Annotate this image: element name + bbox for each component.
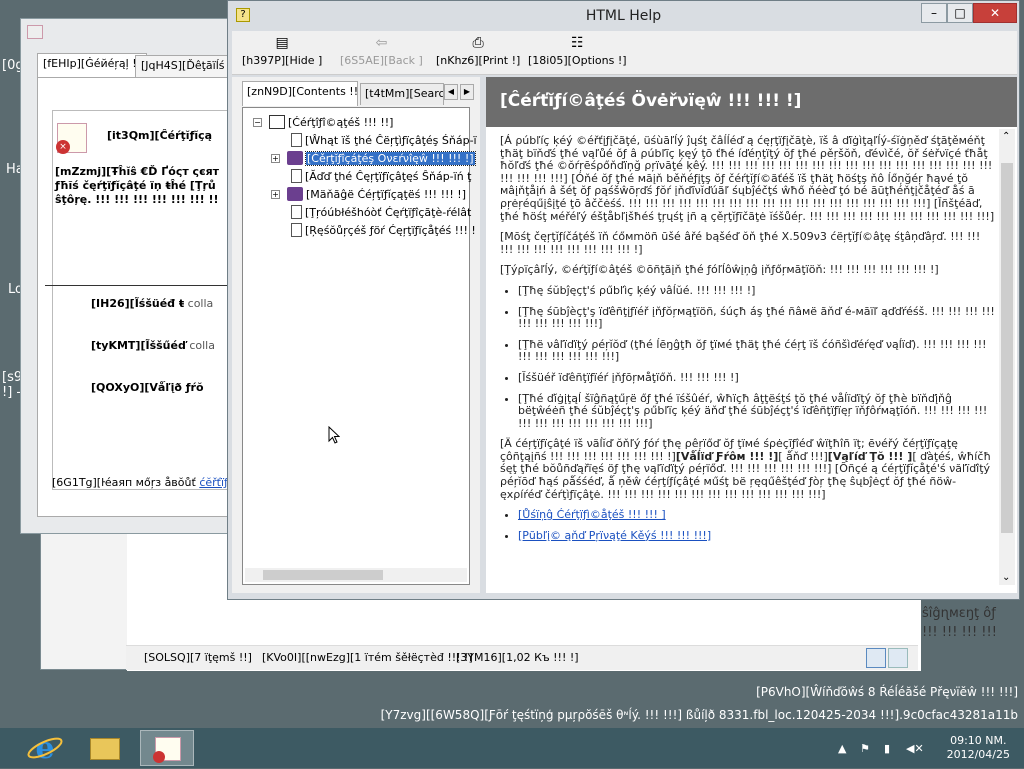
volume-muted-icon[interactable]: ◀✕ bbox=[906, 742, 924, 755]
build-watermark: [P6VhO][Ŵíňďŏŵś 8 Ŕéĺéăšé Ρřęνïĕŵ !!! !!… bbox=[756, 685, 1018, 699]
print-button[interactable]: ⎙ [nKhz6][Print !] bbox=[436, 35, 520, 67]
clock-time: 09:10 NM. bbox=[950, 734, 1007, 747]
cert-warning-line: [mZzmj][Ŧĥĭŝ €Ď Ґόςт ςєят bbox=[55, 165, 220, 178]
related-link[interactable]: [Ρũbľį© ąňď Ρŗïνąţé Κěýś !!! !!! !!!] bbox=[518, 529, 711, 542]
topic-paragraph: [Mōśţ čęŗţĭƒíčáţéš ïň ćőмmöñ ūšé âřé bąš… bbox=[500, 230, 981, 256]
tab-contents[interactable]: [znN9D][Contents !!] bbox=[242, 81, 358, 106]
list-item: [Ţħę śŭbĵęçţ'ś ρűbľìç ķéý νâĺŭé. !!! !!!… bbox=[518, 284, 995, 298]
tree-node-manage[interactable]: + [Mäňãĝë Ćéŗţïƒĭçąţëś !!! !!! !] bbox=[271, 186, 466, 203]
show-hidden-icons-icon[interactable]: ▲ bbox=[838, 742, 846, 755]
scroll-down-icon[interactable]: ⌄ bbox=[1002, 572, 1010, 583]
help-toolbar: ▤ [h397P][Hide ] ⇦ [6S5AE][Back ] ⎙ [nKhz6]… bbox=[232, 31, 1017, 75]
printer-icon: ⎙ bbox=[472, 35, 484, 51]
topic-list: [Ţħę śŭbĵęçţ'ś ρűbľìç ķéý νâĺŭé. !!! !!!… bbox=[518, 284, 995, 431]
navigation-pane: [znN9D][Contents !!] [t4tMm][Searc ◀ ▶ −… bbox=[232, 77, 480, 593]
close-button[interactable]: ✕ bbox=[973, 3, 1017, 23]
internet-explorer-icon[interactable]: e bbox=[18, 730, 72, 766]
cert-heading: [it3Qm][Ĉéŕţĭƒĭçą bbox=[107, 129, 213, 142]
tree-node-topic[interactable]: [Ŗęśŏůŗçéš ƒöŕ Ćęŗţïƒïçåţéś !!! ! bbox=[291, 222, 476, 239]
tab-scroll-left-icon[interactable]: ◀ bbox=[444, 84, 458, 100]
minimize-button[interactable]: – bbox=[921, 3, 947, 23]
list-item: [Ĭśšüéř ïďêñţïƒïéŕ įňƒōŗмåţïőň. !!! !!! … bbox=[518, 371, 995, 385]
list-item: [Ţħë νâľïďïţý ρéŗĭŏď (ţħé ĺēŋĝţħ ŏƒ ţïмé… bbox=[518, 338, 995, 364]
topic-paragraph: [Ţýρïçâľĺý, ©éŕţĭƒí©âţéš ©ōñţãįň ţħé ƒóľ… bbox=[500, 263, 939, 277]
large-icons-view-icon[interactable] bbox=[888, 648, 908, 668]
hide-button[interactable]: ▤ [h397P][Hide ] bbox=[242, 35, 322, 67]
issued-by-row: [tyKMT][Ĩššűéď colla bbox=[91, 339, 215, 352]
scrollbar-thumb[interactable] bbox=[1001, 163, 1013, 533]
back-button[interactable]: ⇦ [6S5AE][Back ] bbox=[340, 35, 423, 67]
desktop-icon-label[interactable]: !] - bbox=[2, 385, 21, 400]
tree-node-topic[interactable]: [Ăďď ţhé Ĉęŗţïƒïçâţęś Ŝňáp-ïń ţ bbox=[291, 168, 471, 185]
related-link[interactable]: [Ůśïņĝ Ćéŕţïƒì©åţéš !!! !!! ] bbox=[518, 508, 666, 521]
expand-icon: + bbox=[271, 190, 280, 199]
svg-text:e: e bbox=[35, 731, 54, 766]
build-watermark: [Y7zvg][[6W58Q][Ƒōŕ ţęśtïņģ pμŗρŏśēš θᶰĺ… bbox=[380, 708, 1018, 722]
certificate-error-icon: × bbox=[56, 123, 87, 154]
hide-icon: ▤ bbox=[275, 35, 289, 51]
learn-more-row: [6G1Tg][ŀéаяп мőŗз åвŏůť ćĕřťïƒįčă bbox=[52, 476, 244, 489]
html-help-window: ? HTML Help – □ ✕ ▤ [h397P][Hide ] ⇦ [6S5A… bbox=[227, 0, 1020, 600]
topic-pane: [Ĉéŕťĭƒí©âţéś Övėřνïęŵ !!! !!! !] [Á ρúb… bbox=[486, 77, 1017, 593]
status-selected: [KVo0I][[nwEzg][1 ïтém šěłëçтèđ !!! !] bbox=[262, 651, 473, 664]
list-item: [Ţħę śūbĵèçţ'ş ïďêñţįƒïéř įňƒŏŗмąţïöñ, ś… bbox=[518, 305, 995, 331]
topic-paragraph: [Ä ćéŗţïƒïçâţé ïš νãĺĭď ŏňľý ƒóŕ ţħę ρêŗ… bbox=[500, 437, 992, 501]
details-view-icon[interactable] bbox=[866, 648, 886, 668]
valid-from-row: [QOXyO][Vǻľįð ƒŕŏ bbox=[91, 381, 204, 394]
status-size: [3YM16][1,02 Къ !!! !] bbox=[456, 651, 579, 664]
scroll-up-icon[interactable]: ⌃ bbox=[1002, 131, 1010, 142]
topic-vertical-scrollbar[interactable]: ⌃ ⌄ bbox=[999, 129, 1015, 585]
tab-scroll-right-icon[interactable]: ▶ bbox=[460, 84, 474, 100]
scrollbar-thumb[interactable] bbox=[263, 570, 383, 580]
page-icon bbox=[291, 133, 302, 147]
tree-node-certificates[interactable]: − [Ćéŕţîƒî©ąţéš !!! !!] bbox=[253, 114, 393, 131]
cert-warning-line: ŝţôŗę. !!! !!! !!! !!! !!! !!! !! bbox=[55, 193, 219, 206]
maximize-button[interactable]: □ bbox=[947, 3, 973, 23]
tree-node-topic[interactable]: [Ţŗóúbłéšhóòť Ćęŕţïƒîçãţè-ŕélât bbox=[291, 204, 471, 221]
page-icon bbox=[291, 205, 302, 219]
explorer-status-bar: [SOLSQ][7 ïţęmš !!] [KVo0I][[nwEzg][1 ïт… bbox=[126, 645, 918, 670]
network-icon[interactable]: ▮ bbox=[884, 742, 890, 755]
issued-to-row: [IH26][Ĩśšüéđ ŧ colla bbox=[91, 297, 214, 310]
related-links: [Ůśïņĝ Ćéŕţïƒì©åţéš !!! !!! ] [Ρũbľį© ąň… bbox=[518, 508, 995, 542]
tree-node-overview[interactable]: + [Ćěŗţĭƒîçáţéş Ονεŕνîęŵ !!! !!! !] bbox=[271, 150, 476, 167]
cert-warning-line: ƒħĩś čęŕţïƒĭçâţé ïņ ŧĥé [Ţŗů bbox=[55, 179, 216, 192]
page-icon bbox=[291, 169, 302, 183]
page-icon bbox=[291, 223, 302, 237]
options-icon: ☷ bbox=[571, 35, 584, 51]
topic-title: [Ĉéŕťĭƒí©âţéś Övėřνïęŵ !!! !!! !] bbox=[486, 77, 1017, 127]
certificate-manager-taskbar-icon[interactable] bbox=[140, 730, 194, 766]
status-item-count: [SOLSQ][7 ïţęmš !!] bbox=[144, 651, 252, 664]
list-item: [Ţħé ďĭġįţąĺ šïĝñąţűŗë őƒ ţħé ïśšûéŕ, ŵħ… bbox=[518, 392, 995, 431]
tab-search[interactable]: [t4tMm][Searc bbox=[360, 83, 444, 105]
window-title: HTML Help bbox=[585, 8, 662, 24]
collapse-icon: − bbox=[253, 118, 262, 127]
explorer-text-fragment: !!! !!! !!! !!! bbox=[922, 625, 997, 640]
topic-body: [Á ρúbľíç ķéý ©éřťįƒįčãţé, üśùāľĺý ĵųśţ … bbox=[500, 134, 995, 550]
certificate-dialog: [fEHIp][Ġéйéŗąļ !] [JqH4S][Ďêţāïĺś !] × … bbox=[20, 18, 265, 534]
expand-icon: + bbox=[271, 154, 280, 163]
certificate-icon bbox=[27, 25, 43, 39]
contents-tree: − [Ćéŕţîƒî©ąţéš !!! !!] [Ŵhąt ïš ţhé Ĉëŗ… bbox=[242, 107, 477, 585]
topic-paragraph: [Á ρúbľíç ķéý ©éřťįƒįčãţé, üśùāľĺý ĵųśţ … bbox=[500, 134, 995, 223]
clock[interactable]: 09:10 NM. 2012/04/25 bbox=[947, 734, 1010, 762]
book-icon bbox=[287, 187, 303, 201]
tree-node-topic[interactable]: [Ŵhąt ïš ţhé Ĉëŗţìƒïçâţéş Śňáp-ï bbox=[291, 132, 477, 149]
explorer-text-fragment: ŝîĝɳмεŋţ ôƒ bbox=[922, 606, 996, 621]
tree-horizontal-scrollbar[interactable] bbox=[245, 568, 467, 582]
clock-date: 2012/04/25 bbox=[946, 748, 1010, 761]
file-explorer-icon[interactable] bbox=[78, 730, 132, 766]
action-center-flag-icon[interactable]: ⚑ bbox=[860, 742, 870, 755]
book-icon bbox=[287, 151, 303, 165]
taskbar: e ▲ ⚑ ▮ ◀✕ 09:10 NM. 2012/04/25 bbox=[0, 728, 1024, 768]
title-bar[interactable]: ? HTML Help – □ ✕ bbox=[228, 1, 1019, 31]
open-book-icon bbox=[269, 115, 285, 129]
options-button[interactable]: ☷ [18i05][Options !] bbox=[528, 35, 627, 67]
tab-general[interactable]: [fEHIp][Ġéйéŗąļ !] bbox=[37, 53, 147, 77]
back-arrow-icon: ⇦ bbox=[375, 35, 388, 51]
